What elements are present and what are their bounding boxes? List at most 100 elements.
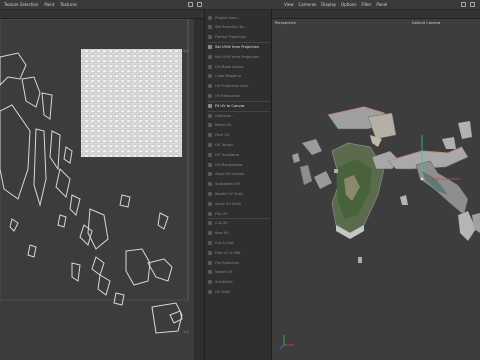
tool-item[interactable]: UV Relaxation [208, 92, 268, 99]
tool-label: Project from... [215, 15, 241, 20]
tool-label: Set UVW from Projection [215, 44, 260, 49]
tool-item[interactable]: Subdivide [208, 279, 268, 286]
tool-icon [208, 250, 212, 255]
tool-item[interactable]: UV Terrain [208, 141, 268, 148]
tool-item[interactable]: Cut UV [208, 220, 268, 227]
tool-item[interactable]: Cut & Sew [208, 239, 268, 246]
tool-icon [208, 74, 212, 79]
tool-label: UV Mode Adjust [215, 64, 244, 69]
tool-item[interactable]: Rotate UV Shell [208, 190, 268, 197]
viewport-canvas[interactable] [272, 19, 480, 360]
uv-scrollbar[interactable] [194, 19, 204, 360]
menu-paint[interactable]: Paint [44, 2, 54, 7]
menu-texture-selection[interactable]: Texture Selection [4, 2, 38, 7]
tool-label: Frontal Projection [215, 35, 247, 40]
tool-item[interactable]: Set Selection to... [208, 24, 268, 31]
tool-label: Fit UV to Canvas [215, 103, 245, 108]
tool-label: Subdivide [215, 280, 233, 285]
tool-item[interactable]: Sew UV [208, 230, 268, 237]
tool-label: Relax UV [215, 123, 232, 128]
uv-editor-panel: 1,0 1,0 [0, 10, 204, 360]
menu-textures[interactable]: Textures [60, 2, 77, 7]
tool-item[interactable]: Flip Selection [208, 259, 268, 266]
tool-label: Flip Selection [215, 260, 240, 265]
uv-coord-bottom: 1,0 [183, 330, 189, 334]
tool-icon [208, 54, 212, 59]
tool-item[interactable]: Flip UV [208, 210, 268, 217]
tool-icon [208, 182, 212, 187]
tool-item[interactable]: UV Projection Lock [208, 83, 268, 90]
uv-toolbar [0, 10, 204, 19]
terrain-model[interactable] [292, 106, 480, 263]
menu-options[interactable]: Options [341, 2, 356, 7]
tool-item[interactable]: UV Manipulator [208, 161, 268, 168]
tool-label: UV Relaxation [215, 93, 241, 98]
tool-icon [208, 93, 212, 98]
tool-icon [208, 35, 212, 40]
uv-coord-top: 1,0 [183, 49, 189, 53]
tool-item[interactable]: Fit UV to Canvas [208, 102, 268, 109]
tool-label: Cut UV [215, 221, 228, 226]
tool-label: Rotate UV Shell [215, 191, 243, 196]
menu-cameras[interactable]: Cameras [299, 2, 317, 7]
tool-icon [208, 152, 212, 157]
tool-icon [208, 221, 212, 226]
uv-panel-controls [188, 2, 202, 7]
menu-display[interactable]: Display [321, 2, 336, 7]
uv-canvas[interactable] [0, 19, 194, 360]
tool-icon [208, 44, 212, 49]
tool-label: Cube Mapping [215, 74, 241, 79]
axis-indicator [279, 335, 294, 350]
tool-item[interactable]: Optimize... [208, 112, 268, 119]
tool-label: Straighten UV [215, 182, 241, 187]
tool-icon [208, 280, 212, 285]
tool-item[interactable]: Scale UV Shell [208, 200, 268, 207]
tool-item[interactable]: Frontal Projection [208, 34, 268, 41]
tool-label: Optimize... [215, 113, 235, 118]
tool-item[interactable]: UV Mode Adjust [208, 63, 268, 70]
tool-icon [208, 142, 212, 147]
tool-item[interactable]: Set UVW from Projection [208, 43, 268, 50]
menu-view[interactable]: View [284, 2, 294, 7]
uv-tools-panel: Project from... Set Selection to... Fronta… [204, 10, 272, 360]
tool-label: UV Shell [215, 289, 230, 294]
tool-item[interactable]: Set UVW from Projection [208, 53, 268, 60]
tool-label: Pack UV [215, 133, 230, 138]
menu-filter[interactable]: Filter [361, 2, 371, 7]
tool-item[interactable]: UV Shell [208, 288, 268, 295]
tool-icon [208, 113, 212, 118]
tool-item[interactable]: Pack UV [208, 132, 268, 139]
tool-label: Sew UV [215, 231, 229, 236]
tool-item[interactable]: Straighten UV [208, 181, 268, 188]
tool-icon [208, 270, 212, 275]
menu-bar: Texture Selection Paint Textures View Ca… [0, 0, 480, 10]
tool-icon [208, 162, 212, 167]
tool-item[interactable]: Align UV Islands [208, 171, 268, 178]
tool-label: UV Terrain [215, 142, 234, 147]
tool-icon [208, 123, 212, 128]
tool-icon [208, 211, 212, 216]
tool-icon [208, 15, 212, 20]
tool-item[interactable]: Project from... [208, 14, 268, 21]
tool-item[interactable]: Relax UV [208, 122, 268, 129]
tool-icon [208, 201, 212, 206]
tool-icon [208, 84, 212, 89]
maximize-icon[interactable] [461, 2, 466, 7]
tool-label: Align UV Islands [215, 172, 244, 177]
tool-icon [208, 103, 212, 108]
tool-icon [208, 64, 212, 69]
menu-panel[interactable]: Panel [376, 2, 387, 7]
tool-icon [208, 191, 212, 196]
tool-icon [208, 260, 212, 265]
uv-viewport[interactable]: 1,0 1,0 [0, 19, 194, 360]
tool-item[interactable]: UV Transform [208, 151, 268, 158]
texture-preview [81, 49, 182, 157]
tool-item[interactable]: Fold UV & Edit [208, 249, 268, 256]
layout-icon[interactable] [470, 2, 475, 7]
tool-label: Select UV [215, 270, 233, 275]
tool-item[interactable]: Select UV [208, 269, 268, 276]
tool-item[interactable]: Cube Mapping [208, 73, 268, 80]
expand-icon[interactable] [188, 2, 193, 7]
tool-label: UV Transform [215, 152, 240, 157]
settings-icon[interactable] [197, 2, 202, 7]
